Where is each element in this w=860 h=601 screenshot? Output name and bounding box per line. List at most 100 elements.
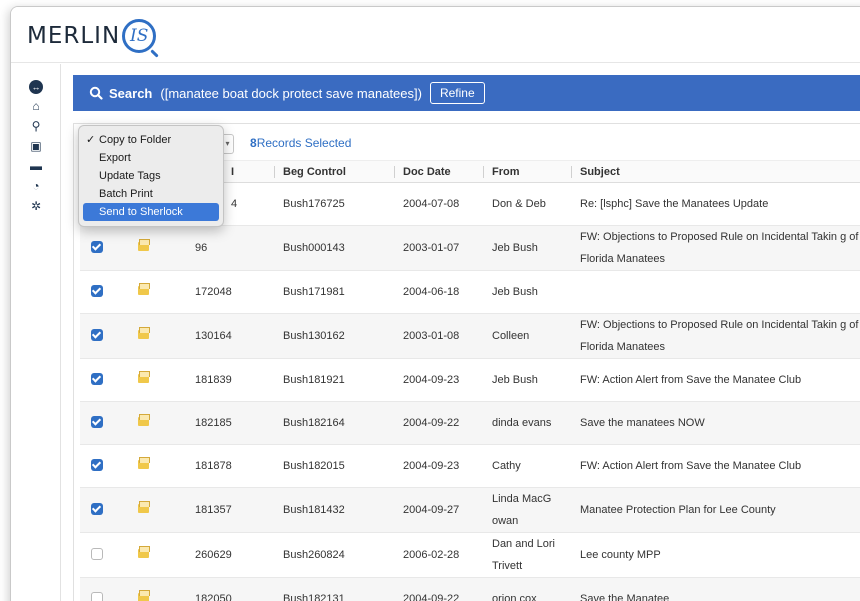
column-header-from[interactable]: From: [483, 160, 571, 183]
logo-text: MERLIN: [27, 23, 121, 49]
sidebar-home-button[interactable]: ⌂: [11, 96, 61, 116]
action-dropdown-menu: ✓ Copy to Folder Export Update Tags Batch…: [78, 125, 224, 227]
doc-id-cell: 181878: [186, 444, 274, 488]
subject-cell[interactable]: FW: Action Alert from Save the Manatee C…: [571, 444, 860, 488]
table-row[interactable]: 182185 Bush182164 2004-09-22 dinda evans…: [80, 401, 860, 445]
doc-id-cell: 182050: [186, 577, 274, 601]
subject-cell[interactable]: [571, 270, 860, 314]
beg-control-cell: Bush260824: [274, 532, 394, 578]
doc-id-cell: 172048: [186, 270, 274, 314]
app-window: MERLIN IS ↔ ⌂ ⚲ ▣ ▬ ◔ ✲ Search ([manatee…: [10, 6, 860, 601]
checkmark-icon: ✓: [86, 134, 96, 146]
table-row[interactable]: 181357 Bush181432 2004-09-27 Linda MacG …: [80, 487, 860, 533]
menu-item-copy-to-folder[interactable]: ✓ Copy to Folder: [79, 131, 223, 149]
sidebar-chart-button[interactable]: ◔: [11, 176, 61, 196]
table-row[interactable]: 182050 Bush182131 2004-09-22 orion cox S…: [80, 577, 860, 601]
doc-id-cell: 130164: [186, 313, 274, 359]
doc-id-cell: 260629: [186, 532, 274, 578]
records-selected-indicator: 8Records Selected: [250, 136, 351, 150]
doc-date-cell: 2006-02-28: [394, 532, 483, 578]
menu-item-export[interactable]: Export: [79, 149, 223, 167]
from-cell: Dan and Lori Trivett: [483, 532, 571, 578]
doc-date-cell: 2004-09-23: [394, 358, 483, 402]
doc-date-cell: 2004-09-22: [394, 577, 483, 601]
row-checkbox[interactable]: [91, 591, 103, 601]
column-header-beg-control[interactable]: Beg Control: [274, 160, 394, 183]
search-label: Search: [109, 85, 153, 101]
column-header-subject[interactable]: Subject: [571, 160, 860, 183]
table-row[interactable]: 130164 Bush130162 2003-01-08 Colleen FW:…: [80, 313, 860, 359]
table-row[interactable]: 260629 Bush260824 2006-02-28 Dan and Lor…: [80, 532, 860, 578]
menu-item-update-tags[interactable]: Update Tags: [79, 167, 223, 185]
row-checkbox[interactable]: [91, 502, 103, 515]
subject-cell[interactable]: Save the Manatee: [571, 577, 860, 601]
email-icon: [138, 239, 150, 251]
row-checkbox[interactable]: [91, 547, 103, 560]
doc-id-cell: 181357: [186, 487, 274, 533]
subject-cell[interactable]: FW: Objections to Proposed Rule on Incid…: [571, 225, 860, 271]
sidebar-settings-button[interactable]: ✲: [11, 196, 61, 216]
sidebar-toggle-button[interactable]: ↔: [11, 76, 61, 96]
top-bar: MERLIN IS: [11, 7, 860, 63]
email-icon: [138, 371, 150, 383]
menu-item-batch-print[interactable]: Batch Print: [79, 185, 223, 203]
sidebar-save-button[interactable]: ▣: [11, 136, 61, 156]
subject-cell[interactable]: FW: Objections to Proposed Rule on Incid…: [571, 313, 860, 359]
from-cell: dinda evans: [483, 401, 571, 445]
beg-control-cell: Bush130162: [274, 313, 394, 359]
from-cell: orion cox: [483, 577, 571, 601]
doc-id-cell: 182185: [186, 401, 274, 445]
beg-control-cell: Bush181921: [274, 358, 394, 402]
sidebar-search-button[interactable]: ⚲: [11, 116, 61, 136]
subject-cell[interactable]: Save the manatees NOW: [571, 401, 860, 445]
selected-label: Records Selected: [256, 136, 352, 150]
column-separator: [571, 166, 572, 178]
from-cell: Cathy: [483, 444, 571, 488]
table-row[interactable]: 172048 Bush171981 2004-06-18 Jeb Bush: [80, 270, 860, 314]
row-checkbox[interactable]: [91, 458, 103, 471]
table-row[interactable]: 181878 Bush182015 2004-09-23 Cathy FW: A…: [80, 444, 860, 488]
email-icon: [138, 414, 150, 426]
table-row[interactable]: 181839 Bush181921 2004-09-23 Jeb Bush FW…: [80, 358, 860, 402]
sidebar-folder-button[interactable]: ▬: [11, 156, 61, 176]
logo-suffix: IS: [129, 26, 149, 46]
sidebar: ↔ ⌂ ⚲ ▣ ▬ ◔ ✲: [11, 64, 61, 601]
column-separator: [274, 166, 275, 178]
doc-date-cell: 2004-09-22: [394, 401, 483, 445]
app-logo[interactable]: MERLIN IS: [27, 19, 157, 53]
row-checkbox[interactable]: [91, 284, 103, 297]
beg-control-cell: Bush182164: [274, 401, 394, 445]
menu-item-send-to-sherlock[interactable]: Send to Sherlock: [83, 203, 219, 221]
subject-cell[interactable]: Manatee Protection Plan for Lee County: [571, 487, 860, 533]
subject-cell[interactable]: Lee county MPP: [571, 532, 860, 578]
table-row[interactable]: 96 Bush000143 2003-01-07 Jeb Bush FW: Ob…: [80, 225, 860, 271]
column-header-beg-control-label: Beg Control: [283, 165, 346, 178]
subject-cell[interactable]: Re: [lsphc] Save the Manatees Update: [571, 182, 860, 226]
search-query-text: ([manatee boat dock protect save manatee…: [160, 85, 422, 101]
refine-button[interactable]: Refine: [429, 82, 485, 104]
beg-control-cell: Bush176725: [274, 182, 394, 226]
row-checkbox[interactable]: [91, 415, 103, 428]
doc-id: 4: [231, 198, 238, 210]
subject-cell[interactable]: FW: Action Alert from Save the Manatee C…: [571, 358, 860, 402]
menu-item-label: Copy to Folder: [99, 134, 172, 146]
search-icon: [89, 86, 103, 100]
logo-magnifier-icon: IS: [122, 19, 157, 53]
doc-id-cell: 181839: [186, 358, 274, 402]
column-header-doc-date[interactable]: Doc Date: [394, 160, 483, 183]
from-cell: Jeb Bush: [483, 225, 571, 271]
selected-count: 8: [250, 136, 257, 150]
doc-id-cell: 96: [186, 225, 274, 271]
row-checkbox[interactable]: [91, 372, 103, 385]
search-bar: Search ([manatee boat dock protect save …: [73, 75, 860, 111]
toggle-icon: ↔: [29, 80, 43, 94]
email-icon: [138, 327, 150, 339]
beg-control-cell: Bush000143: [274, 225, 394, 271]
row-checkbox[interactable]: [91, 240, 103, 253]
from-cell: Linda MacG owan: [483, 487, 571, 533]
beg-control-cell: Bush182131: [274, 577, 394, 601]
column-header-subject-label: Subject: [580, 165, 620, 178]
email-icon: [138, 457, 150, 469]
row-checkbox[interactable]: [91, 328, 103, 341]
doc-date-cell: 2003-01-08: [394, 313, 483, 359]
